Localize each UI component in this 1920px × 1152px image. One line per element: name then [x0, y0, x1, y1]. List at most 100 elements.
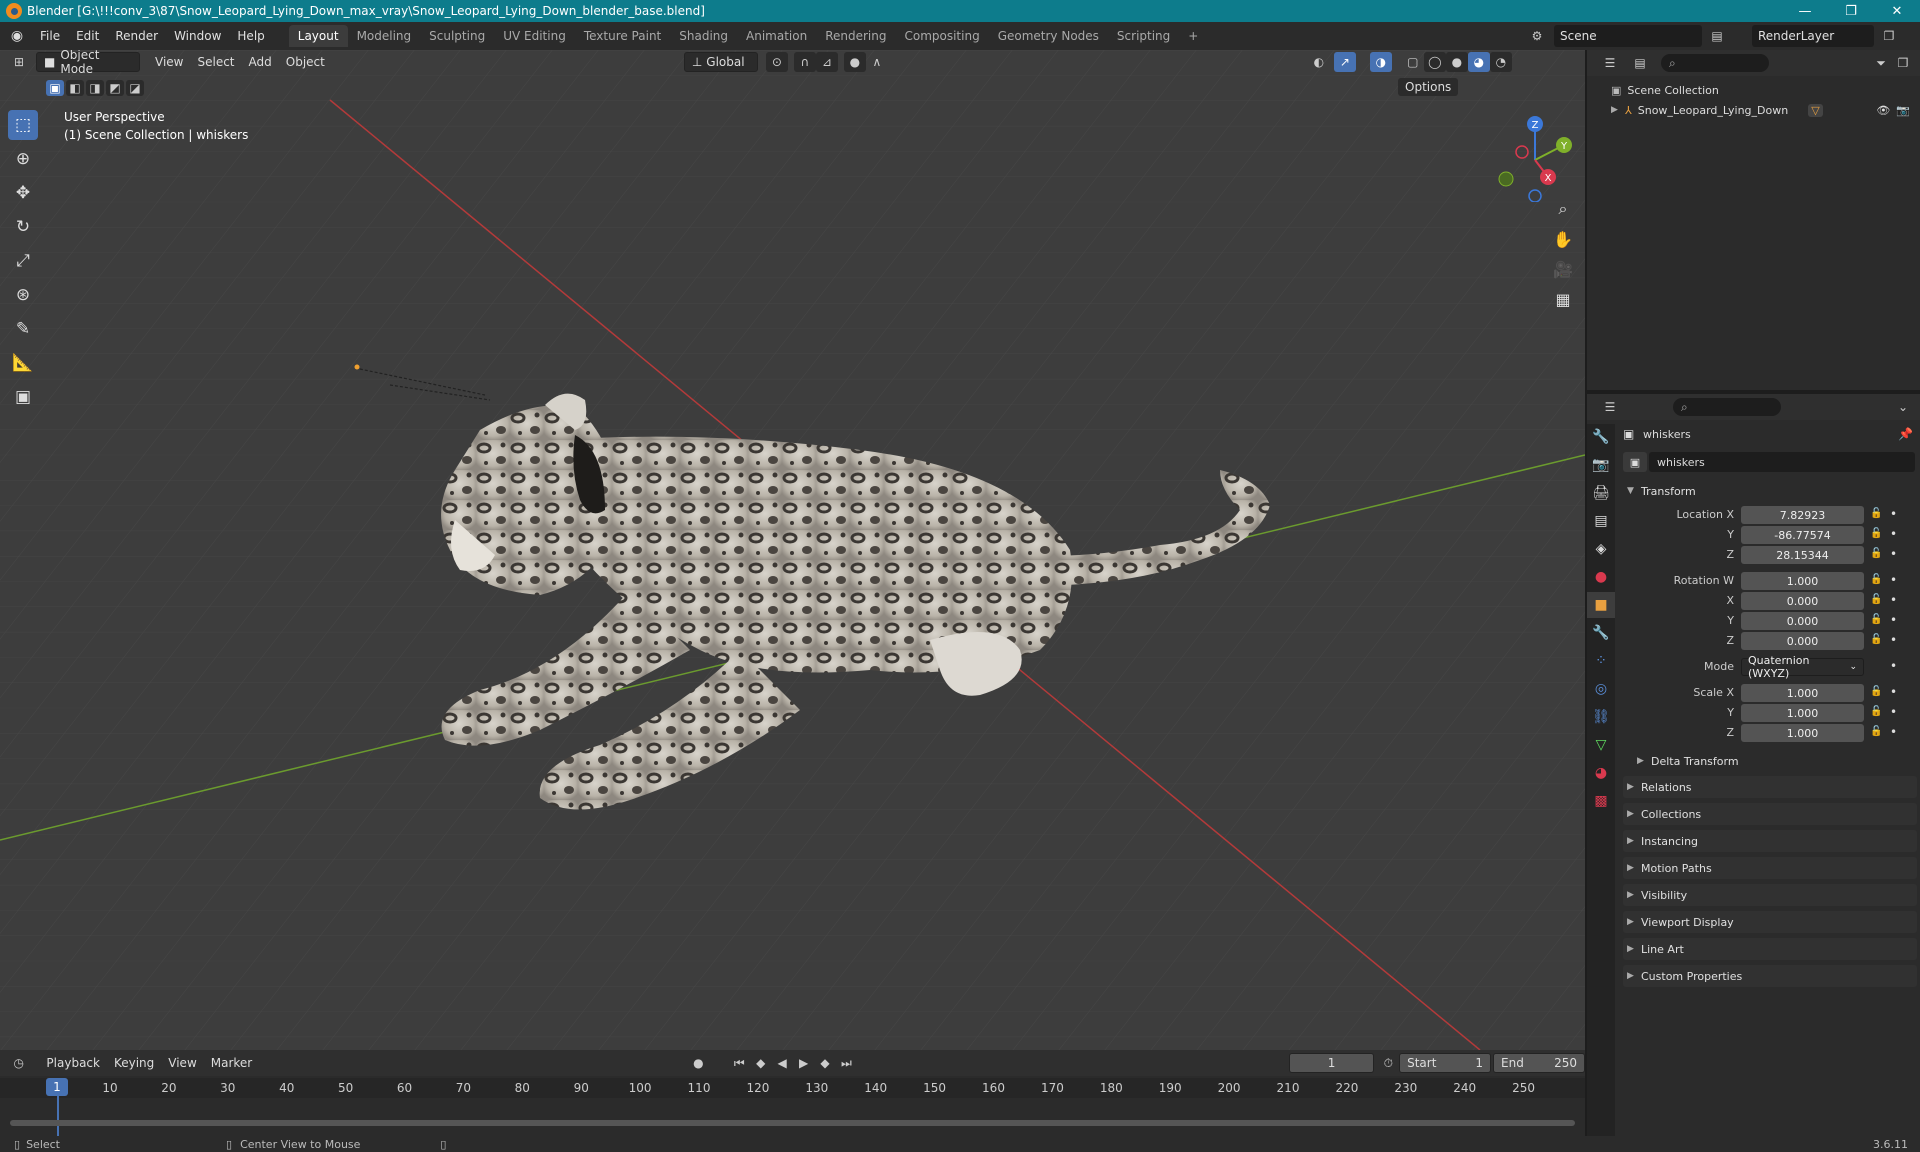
scale-y-field[interactable]: 1.000 — [1741, 704, 1864, 722]
visibility-eye-icon[interactable]: 👁 — [1876, 104, 1890, 117]
tab-uv-editing[interactable]: UV Editing — [494, 25, 575, 47]
end-frame-field[interactable]: End 250 — [1493, 1053, 1585, 1073]
scene-tab-icon[interactable]: ◈ — [1587, 536, 1615, 562]
delta-transform-header[interactable]: ▶ Delta Transform — [1633, 750, 1917, 772]
jump-end-icon[interactable]: ⏭ — [836, 1053, 857, 1073]
pan-hand-icon[interactable]: ✋ — [1548, 224, 1578, 254]
menu-edit[interactable]: Edit — [68, 22, 107, 50]
instancing-panel-header[interactable]: ▶ Instancing — [1623, 830, 1917, 852]
particles-tab-icon[interactable]: ⁘ — [1587, 648, 1615, 674]
object-tab-icon[interactable]: ■ — [1587, 592, 1615, 618]
timeline-scrollbar[interactable] — [10, 1120, 1575, 1126]
menu-window[interactable]: Window — [166, 22, 229, 50]
viewport-menu-view[interactable]: View — [148, 52, 190, 72]
scale-x-field[interactable]: 1.000 — [1741, 684, 1864, 702]
properties-search-input[interactable]: ⌕ — [1673, 398, 1781, 416]
properties-editor[interactable]: ☰ ⌕ ⌄ 🔧 📷 🖨 ▤ ◈ ● ■ 🔧 ⁘ ◎ ⛓ ▽ ◕ ▩ ▣ whis… — [1587, 394, 1920, 1136]
keyframe-dot-icon[interactable]: • — [1890, 613, 1897, 627]
expand-arrow-icon[interactable]: ▶ — [1611, 105, 1625, 115]
location-z-field[interactable]: 28.15344 — [1741, 546, 1864, 564]
viewport-display-panel-header[interactable]: ▶ Viewport Display — [1623, 911, 1917, 933]
start-frame-field[interactable]: Start 1 — [1399, 1053, 1492, 1073]
tab-scripting[interactable]: Scripting — [1108, 25, 1179, 47]
lock-icon[interactable]: 🔓 — [1870, 634, 1882, 645]
outliner-search-input[interactable]: ⌕ — [1661, 54, 1769, 72]
select-invert-icon[interactable]: ◩ — [106, 80, 124, 96]
stopwatch-icon[interactable]: ⏱ — [1378, 1053, 1399, 1073]
timeline-editor[interactable]: ◷ Playback Keying View Marker ● ⏮ ◆ ◀ ▶ … — [0, 1050, 1585, 1136]
tool-tab-icon[interactable]: 🔧 — [1587, 424, 1615, 450]
xray-toggle-icon[interactable]: ▢ — [1402, 52, 1424, 72]
close-button[interactable]: ✕ — [1874, 0, 1920, 22]
constraints-tab-icon[interactable]: ⛓ — [1587, 704, 1615, 730]
menu-help[interactable]: Help — [229, 22, 272, 50]
location-y-field[interactable]: -86.77574 — [1741, 526, 1864, 544]
lock-icon[interactable]: 🔓 — [1870, 726, 1882, 737]
rotate-tool-icon[interactable]: ↻ — [8, 212, 38, 242]
solid-shading-icon[interactable]: ● — [1445, 52, 1468, 72]
outliner-editor-type-icon[interactable]: ☰ — [1599, 53, 1621, 73]
move-tool-icon[interactable]: ✥ — [8, 178, 38, 208]
data-tab-icon[interactable]: ▽ — [1587, 732, 1615, 758]
lock-icon[interactable]: 🔓 — [1870, 706, 1882, 717]
playhead[interactable]: 1 — [46, 1078, 68, 1096]
physics-tab-icon[interactable]: ◎ — [1587, 676, 1615, 702]
select-subtract-icon[interactable]: ◨ — [86, 80, 104, 96]
add-cube-tool-icon[interactable]: ▣ — [8, 382, 38, 412]
camera-view-icon[interactable]: 🎥 — [1548, 254, 1578, 284]
properties-options-icon[interactable]: ⌄ — [1892, 397, 1914, 417]
next-keyframe-icon[interactable]: ◆ — [814, 1053, 835, 1073]
datablock-browse-icon[interactable]: ▣ — [1623, 452, 1647, 472]
select-new-icon[interactable]: ▣ — [46, 80, 64, 96]
new-view-layer-icon[interactable]: ❐ — [1878, 26, 1900, 46]
tab-geometry-nodes[interactable]: Geometry Nodes — [989, 25, 1108, 47]
select-extend-icon[interactable]: ◧ — [66, 80, 84, 96]
outliner[interactable]: ☰ ▤ ⌕ ⏷ ❐ ▣ Scene Collection ▶ ⅄ Snow_Le… — [1587, 50, 1920, 390]
navigation-gizmo[interactable]: Z Y X — [1490, 112, 1580, 202]
viewport-menu-add[interactable]: Add — [242, 52, 279, 72]
material-tab-icon[interactable]: ◕ — [1587, 760, 1615, 786]
tab-rendering[interactable]: Rendering — [816, 25, 895, 47]
scene-selector[interactable]: Scene — [1554, 25, 1702, 47]
gizmo-toggle-icon[interactable]: ↗ — [1333, 52, 1356, 72]
view-layer-selector[interactable]: RenderLayer — [1752, 25, 1874, 47]
3d-viewport[interactable]: ⊞ ■ Object Mode View Select Add Object ⊥… — [0, 50, 1585, 1050]
pivot-point-icon[interactable]: ⊙ — [765, 52, 788, 72]
falloff-icon[interactable]: ∧ — [866, 52, 888, 72]
tab-animation[interactable]: Animation — [737, 25, 816, 47]
lock-icon[interactable]: 🔓 — [1870, 548, 1882, 559]
timeline-menu-marker[interactable]: Marker — [204, 1053, 259, 1073]
keyframe-dot-icon[interactable]: • — [1890, 547, 1897, 561]
rotation-z-field[interactable]: 0.000 — [1741, 632, 1864, 650]
relations-panel-header[interactable]: ▶ Relations — [1623, 776, 1917, 798]
view-layer-icon[interactable]: ▤ — [1706, 26, 1728, 46]
rendered-shading-icon[interactable]: ◔ — [1489, 52, 1512, 72]
motion-paths-panel-header[interactable]: ▶ Motion Paths — [1623, 857, 1917, 879]
keyframe-dot-icon[interactable]: • — [1890, 573, 1897, 587]
transform-panel-header[interactable]: ▼ Transform — [1623, 480, 1917, 502]
keyframe-dot-icon[interactable]: • — [1890, 705, 1897, 719]
texture-tab-icon[interactable]: ▩ — [1587, 788, 1615, 814]
play-icon[interactable]: ▶ — [793, 1053, 814, 1073]
location-x-field[interactable]: 7.82923 — [1741, 506, 1864, 524]
mode-dropdown[interactable]: ■ Object Mode — [36, 50, 140, 76]
wireframe-shading-icon[interactable]: ◯ — [1423, 52, 1446, 72]
menu-file[interactable]: File — [32, 22, 68, 50]
properties-editor-type-icon[interactable]: ☰ — [1599, 397, 1621, 417]
render-tab-icon[interactable]: 📷 — [1587, 452, 1615, 478]
select-intersect-icon[interactable]: ◪ — [126, 80, 144, 96]
timeline-menu-keying[interactable]: Keying — [107, 1053, 161, 1073]
lock-icon[interactable]: 🔓 — [1870, 686, 1882, 697]
timeline-menu-view[interactable]: View — [161, 1053, 203, 1073]
keyframe-dot-icon[interactable]: • — [1890, 659, 1897, 673]
current-frame-field[interactable]: 1 — [1289, 1053, 1374, 1073]
snap-target-icon[interactable]: ⊿ — [815, 52, 838, 72]
display-mode-icon[interactable]: ▤ — [1629, 53, 1651, 73]
tab-modeling[interactable]: Modeling — [348, 25, 421, 47]
render-camera-icon[interactable]: 📷 — [1896, 104, 1910, 117]
add-workspace-button[interactable]: + — [1179, 25, 1207, 47]
maximize-button[interactable]: ❐ — [1828, 0, 1874, 22]
world-tab-icon[interactable]: ● — [1587, 564, 1615, 590]
overlay-toggle-icon[interactable]: ◑ — [1369, 52, 1392, 72]
measure-tool-icon[interactable]: 📐 — [8, 348, 38, 378]
